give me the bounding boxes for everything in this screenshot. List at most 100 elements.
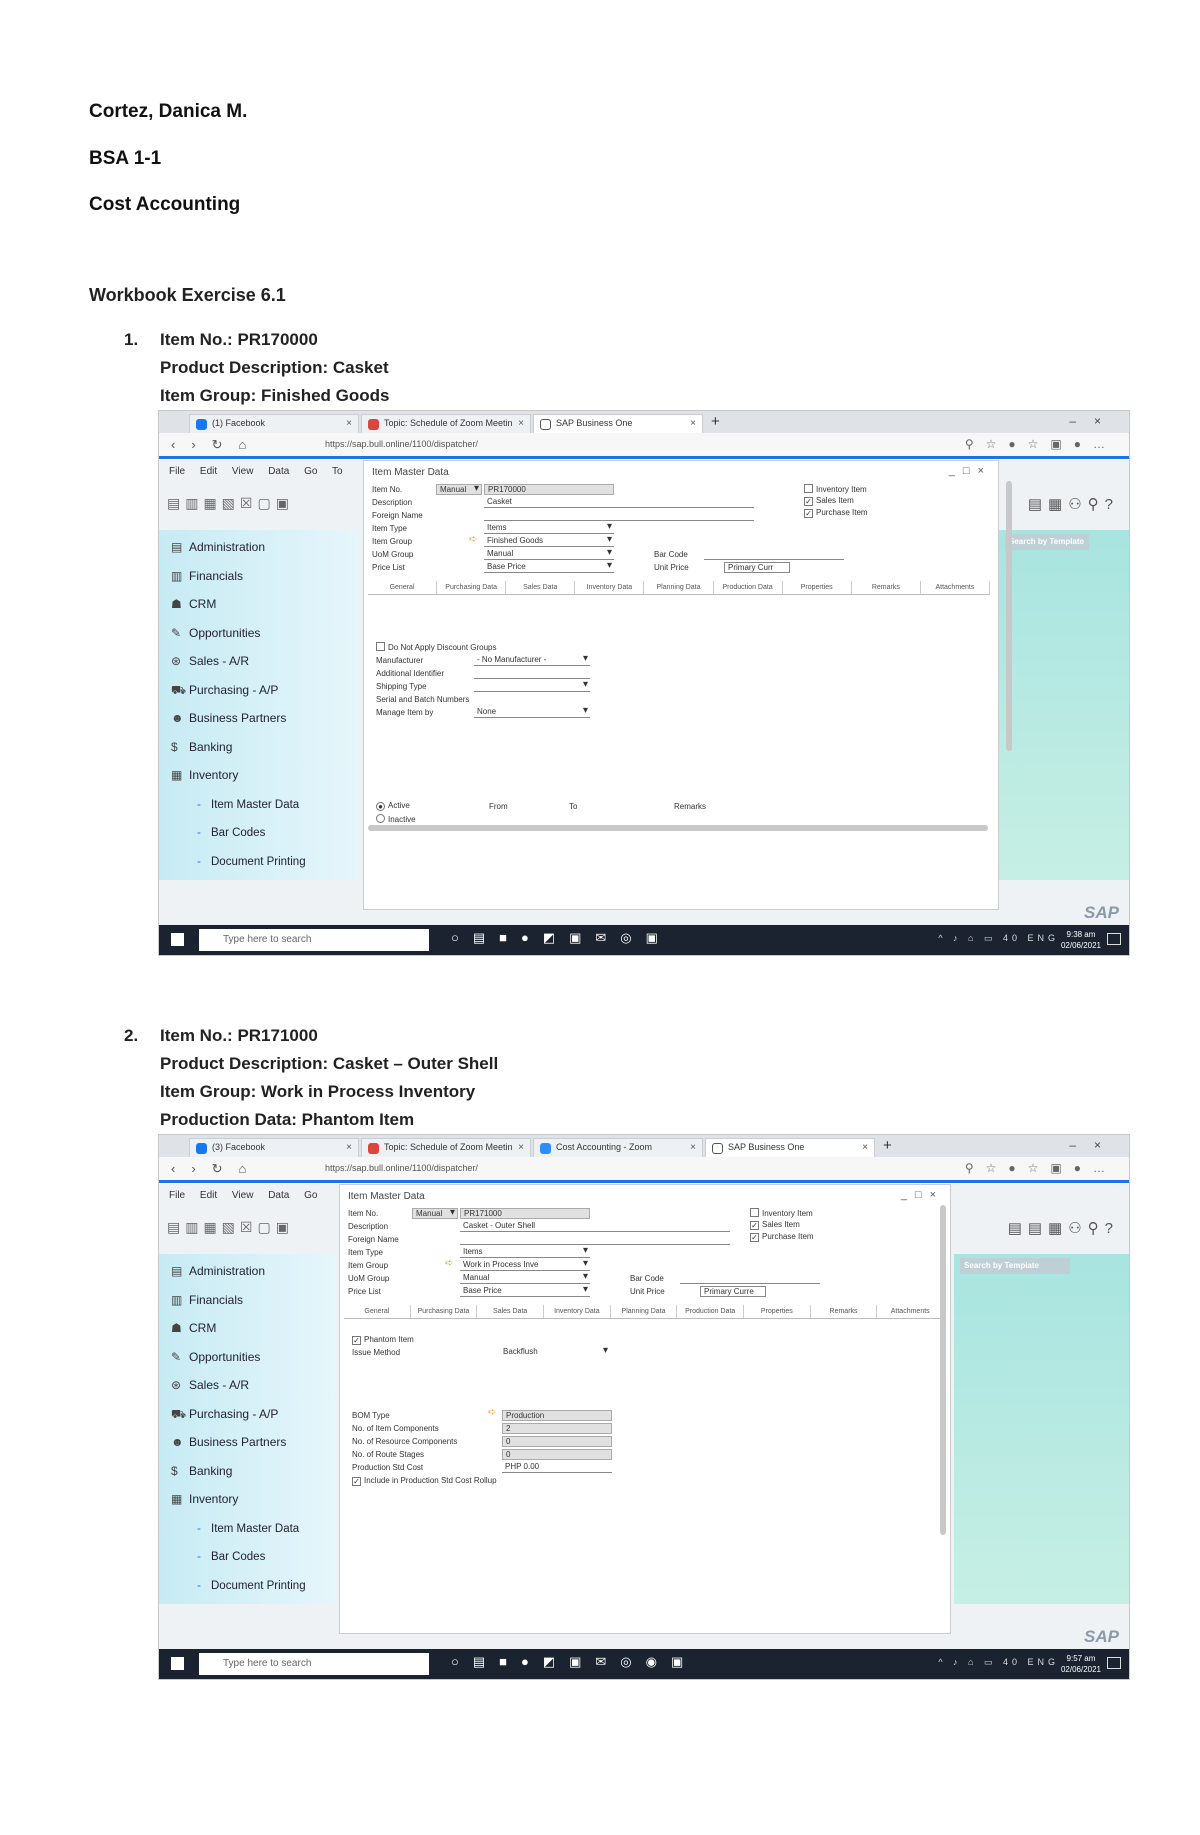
- url-field[interactable]: https://sap.bull.online/1100/dispatcher/: [325, 1163, 478, 1173]
- toolbar-icons-right[interactable]: ▤▦⚇⚲?: [1028, 495, 1119, 513]
- sales-item-checkbox[interactable]: ✓ Sales Item: [750, 1220, 800, 1230]
- numbering-select[interactable]: Manual: [412, 1208, 458, 1219]
- menu-view[interactable]: View: [232, 466, 254, 477]
- horizontal-scrollbar[interactable]: [368, 825, 988, 831]
- menu-data[interactable]: Data: [268, 466, 289, 477]
- tab-purchasing-data[interactable]: Purchasing Data: [437, 581, 507, 594]
- menu-edit[interactable]: Edit: [200, 466, 217, 477]
- search-by-template-button[interactable]: Search by Template: [1005, 534, 1089, 550]
- tab-general[interactable]: General: [344, 1305, 411, 1318]
- discount-groups-checkbox[interactable]: Do Not Apply Discount Groups: [376, 642, 497, 652]
- active-radio[interactable]: ● Active: [376, 801, 410, 811]
- foreign-name-field[interactable]: [460, 1234, 730, 1245]
- taskbar-search[interactable]: Type here to search: [199, 929, 429, 951]
- tab-properties[interactable]: Properties: [744, 1305, 811, 1318]
- sidebar-item-business-partners[interactable]: ☻ Business Partners: [159, 1435, 335, 1464]
- tab-properties[interactable]: Properties: [783, 581, 852, 594]
- sidebar-item-financials[interactable]: ▥ Financials: [159, 1293, 335, 1322]
- inventory-item-checkbox[interactable]: Inventory Item: [804, 484, 867, 494]
- menu-file[interactable]: File: [169, 466, 185, 477]
- sales-item-checkbox[interactable]: ✓ Sales Item: [804, 496, 854, 506]
- windows-start-icon[interactable]: [171, 933, 184, 946]
- uom-group-select[interactable]: Manual: [484, 549, 614, 560]
- phantom-item-checkbox[interactable]: ✓ Phantom Item: [352, 1335, 414, 1345]
- sidebar-item-opportunities[interactable]: ✎ Opportunities: [159, 1350, 335, 1379]
- item-type-select[interactable]: Items: [484, 523, 614, 534]
- issue-method-select[interactable]: Backflush: [500, 1347, 610, 1358]
- additional-identifier-field[interactable]: [474, 668, 590, 679]
- vertical-scrollbar[interactable]: [1006, 481, 1012, 751]
- sidebar-item-administration[interactable]: ▤ Administration: [159, 540, 359, 569]
- tab-sales-data[interactable]: Sales Data: [506, 581, 576, 594]
- sidebar-item-financials[interactable]: ▥ Financials: [159, 569, 359, 598]
- browser-tools-icons[interactable]: ⚲☆●☆▣●…: [965, 1161, 1117, 1175]
- sidebar-item-crm[interactable]: ☗ CRM: [159, 597, 359, 626]
- item-no-field[interactable]: PR170000: [484, 484, 614, 495]
- tab-attachments[interactable]: Attachments: [877, 1305, 945, 1318]
- foreign-name-field[interactable]: [484, 510, 754, 521]
- browser-tab[interactable]: Topic: Schedule of Zoom Meetin ×: [361, 1138, 531, 1157]
- sidebar-item-bar-codes[interactable]: - Bar Codes: [159, 1549, 335, 1578]
- manage-item-select[interactable]: None: [474, 707, 590, 718]
- manufacturer-select[interactable]: - No Manufacturer -: [474, 655, 590, 666]
- sidebar-item-crm[interactable]: ☗ CRM: [159, 1321, 335, 1350]
- purchase-item-checkbox[interactable]: ✓ Purchase Item: [750, 1232, 814, 1242]
- tab-general[interactable]: General: [368, 581, 438, 594]
- uom-group-select[interactable]: Manual: [460, 1273, 590, 1284]
- item-type-select[interactable]: Items: [460, 1247, 590, 1258]
- inventory-item-checkbox[interactable]: Inventory Item: [750, 1208, 813, 1218]
- bar-code-field[interactable]: [680, 1273, 820, 1284]
- description-field[interactable]: Casket: [484, 497, 754, 508]
- sidebar-item-purchasing[interactable]: ⛟ Purchasing - A/P: [159, 683, 359, 712]
- sidebar-item-administration[interactable]: ▤ Administration: [159, 1264, 335, 1293]
- browser-tab[interactable]: (1) Facebook ×: [189, 414, 359, 433]
- browser-tools-icons[interactable]: ⚲☆●☆▣●…: [965, 437, 1117, 451]
- tab-inventory-data[interactable]: Inventory Data: [575, 581, 645, 594]
- item-group-select[interactable]: Work in Process Inve: [460, 1260, 590, 1271]
- item-group-select[interactable]: Finished Goods: [484, 536, 614, 547]
- numbering-select[interactable]: Manual: [436, 484, 482, 495]
- bar-code-field[interactable]: [704, 549, 844, 560]
- toolbar-icons-right[interactable]: ▤▤▦⚇⚲?: [1008, 1219, 1119, 1237]
- tab-remarks[interactable]: Remarks: [852, 581, 921, 594]
- tab-purchasing-data[interactable]: Purchasing Data: [411, 1305, 478, 1318]
- inactive-radio[interactable]: Inactive: [376, 814, 416, 824]
- form-window-controls[interactable]: _□×: [901, 1189, 944, 1201]
- new-tab-icon[interactable]: +: [883, 1137, 892, 1154]
- url-field[interactable]: https://sap.bull.online/1100/dispatcher/: [325, 439, 478, 449]
- tab-production-data[interactable]: Production Data: [714, 581, 783, 594]
- tab-sales-data[interactable]: Sales Data: [477, 1305, 545, 1318]
- browser-tab-active[interactable]: SAP Business One ×: [533, 414, 703, 433]
- vertical-scrollbar[interactable]: [940, 1205, 946, 1535]
- window-controls[interactable]: ‒×: [1069, 414, 1119, 428]
- browser-tab[interactable]: (3) Facebook ×: [189, 1138, 359, 1157]
- form-window-controls[interactable]: _□×: [949, 465, 992, 477]
- menu-goto[interactable]: Go To: [304, 466, 343, 477]
- system-tray[interactable]: ^ ♪ ⌂ ▭ 40 ENG: [938, 933, 1059, 944]
- window-controls[interactable]: ‒×: [1069, 1138, 1119, 1152]
- taskbar-app-icons[interactable]: ○▤■●◩▣✉◎◉▣: [451, 1654, 697, 1670]
- production-std-cost-field[interactable]: PHP 0.00: [502, 1462, 612, 1473]
- tab-planning-data[interactable]: Planning Data: [644, 581, 714, 594]
- price-list-select[interactable]: Base Price: [484, 562, 614, 573]
- sidebar-item-inventory[interactable]: ▦ Inventory: [159, 768, 359, 797]
- sidebar-item-document-printing[interactable]: - Document Printing: [159, 854, 359, 883]
- shipping-type-select[interactable]: [474, 681, 590, 692]
- menu-go[interactable]: Go: [304, 1190, 317, 1201]
- price-list-select[interactable]: Base Price: [460, 1286, 590, 1297]
- sidebar-item-business-partners[interactable]: ☻ Business Partners: [159, 711, 359, 740]
- taskbar-app-icons[interactable]: ○▤■●◩▣✉◎▣: [451, 930, 672, 946]
- new-tab-icon[interactable]: +: [711, 413, 720, 430]
- purchase-item-checkbox[interactable]: ✓ Purchase Item: [804, 508, 868, 518]
- search-by-template-button[interactable]: Search by Template: [960, 1258, 1070, 1274]
- std-cost-rollup-checkbox[interactable]: ✓ Include in Production Std Cost Rollup: [352, 1476, 497, 1486]
- sidebar-item-inventory[interactable]: ▦ Inventory: [159, 1492, 335, 1521]
- browser-tab[interactable]: Cost Accounting - Zoom ×: [533, 1138, 703, 1157]
- description-field[interactable]: Casket - Outer Shell: [460, 1221, 730, 1232]
- sidebar-item-purchasing[interactable]: ⛟ Purchasing - A/P: [159, 1407, 335, 1436]
- menu-data[interactable]: Data: [268, 1190, 289, 1201]
- toolbar-icons[interactable]: ▤▥▦▧☒▢▣: [167, 495, 294, 512]
- navigation-icons[interactable]: ‹›↻⌂: [171, 437, 262, 453]
- navigation-icons[interactable]: ‹›↻⌂: [171, 1161, 262, 1177]
- menu-view[interactable]: View: [232, 1190, 254, 1201]
